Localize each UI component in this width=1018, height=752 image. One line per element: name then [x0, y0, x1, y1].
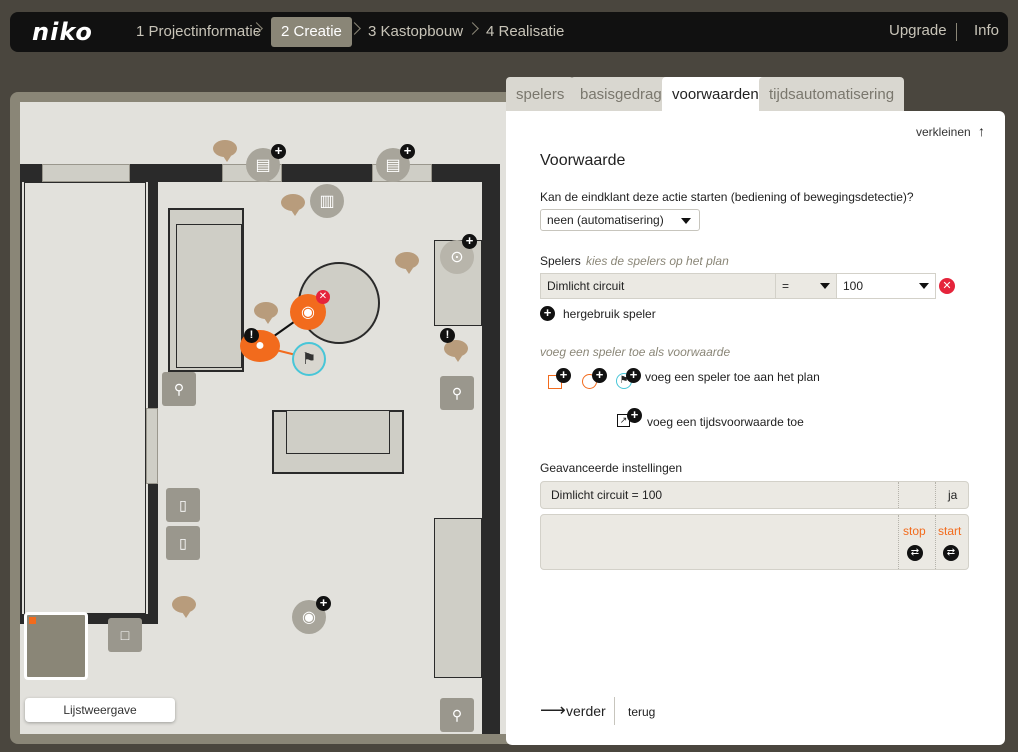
step-realisatie[interactable]: 4 Realisatie — [476, 17, 574, 47]
remove-icon[interactable]: ✕ — [316, 290, 330, 304]
divider — [935, 515, 936, 569]
advanced-row-state: ja — [948, 488, 958, 502]
caret-down-icon — [919, 283, 929, 289]
panel-title: Voorwaarde — [540, 152, 626, 169]
players-hint: kies de spelers op het plan — [586, 254, 729, 268]
info-link[interactable]: Info — [974, 22, 999, 39]
step-creatie[interactable]: 2 Creatie — [271, 17, 352, 47]
plan-thumbnail[interactable] — [24, 612, 88, 680]
trigger-select[interactable]: neen (automatisering) — [540, 209, 700, 231]
upgrade-link[interactable]: Upgrade — [889, 22, 947, 39]
advanced-row-text: Dimlicht circuit = 100 — [551, 488, 663, 502]
reuse-player-icon[interactable]: + — [540, 306, 555, 321]
start-label: start — [938, 524, 962, 538]
divider — [898, 515, 899, 569]
step-projectinformatie[interactable]: 1 Projectinformatie — [126, 17, 271, 47]
top-navigation-bar: niko 1 Projectinformatie 2 Creatie 3 Kas… — [10, 12, 1008, 52]
value-text: 100 — [843, 279, 864, 293]
back-link[interactable]: terug — [628, 705, 655, 719]
conditions-panel: verkleinen ↑ Voorwaarde Kan de eindklant… — [506, 111, 1005, 745]
tab-tijdsautomatisering[interactable]: tijdsautomatisering — [759, 77, 905, 113]
connection-lines — [259, 311, 309, 359]
nav-divider — [956, 23, 957, 41]
stop-start-row: stop start ⇄ ⇄ — [540, 514, 969, 570]
trigger-question: Kan de eindklant deze actie starten (bed… — [540, 190, 914, 204]
arrow-up-icon[interactable]: ↑ — [978, 123, 985, 139]
floorplan-canvas[interactable]: ▤ + ▤ + ▥ ⊙ + ⚲ ⚲ ! ▯ ▯ □ ◉ + ⚲ ◉ ✕ ● ! … — [20, 102, 508, 734]
next-button[interactable]: verder — [566, 703, 606, 719]
stop-label: stop — [903, 524, 926, 538]
condition-value-select[interactable]: 100 — [836, 273, 936, 299]
step-kastopbouw[interactable]: 3 Kastopbouw — [358, 17, 473, 47]
tab-basisgedrag[interactable]: basisgedrag — [570, 77, 672, 113]
caret-down-icon — [681, 218, 691, 224]
condition-operator-select[interactable]: = — [775, 273, 837, 299]
minimize-link[interactable]: verkleinen — [916, 125, 971, 139]
thumbnail-marker-icon — [29, 617, 36, 624]
advanced-row[interactable]: Dimlicht circuit = 100 ja — [540, 481, 969, 509]
trigger-select-value: neen (automatisering) — [547, 213, 664, 227]
tab-spelers[interactable]: spelers — [506, 77, 575, 113]
divider — [898, 482, 899, 508]
flag-icon[interactable]: ⚑ — [292, 342, 326, 376]
niko-logo: niko — [32, 18, 93, 46]
caret-down-icon — [820, 283, 830, 289]
list-view-button[interactable]: Lijstweergave — [25, 698, 175, 722]
players-label: Spelers — [540, 254, 581, 268]
arrow-right-icon[interactable]: ⟶ — [540, 701, 566, 719]
add-icon[interactable]: + — [626, 368, 641, 383]
add-icon[interactable]: + — [556, 368, 571, 383]
advanced-settings-title: Geavanceerde instellingen — [540, 461, 683, 475]
warning-icon: ! — [244, 328, 259, 343]
add-icon[interactable]: + — [627, 408, 642, 423]
divider — [935, 482, 936, 508]
add-player-to-plan-link[interactable]: voeg een speler toe aan het plan — [645, 370, 820, 384]
delete-condition-icon[interactable]: ✕ — [939, 278, 955, 294]
add-icon[interactable]: + — [592, 368, 607, 383]
swap-start-icon[interactable]: ⇄ — [943, 545, 959, 561]
add-condition-hint: voeg een speler toe als voorwaarde — [540, 345, 731, 359]
condition-player-field[interactable]: Dimlicht circuit — [540, 273, 776, 299]
operator-value: = — [782, 279, 790, 293]
reuse-player-link[interactable]: hergebruik speler — [563, 307, 656, 321]
tab-voorwaarden[interactable]: voorwaarden — [662, 77, 769, 115]
footer-divider — [614, 697, 615, 725]
swap-stop-icon[interactable]: ⇄ — [907, 545, 923, 561]
add-time-condition-link[interactable]: voeg een tijdsvoorwaarde toe — [647, 415, 804, 429]
